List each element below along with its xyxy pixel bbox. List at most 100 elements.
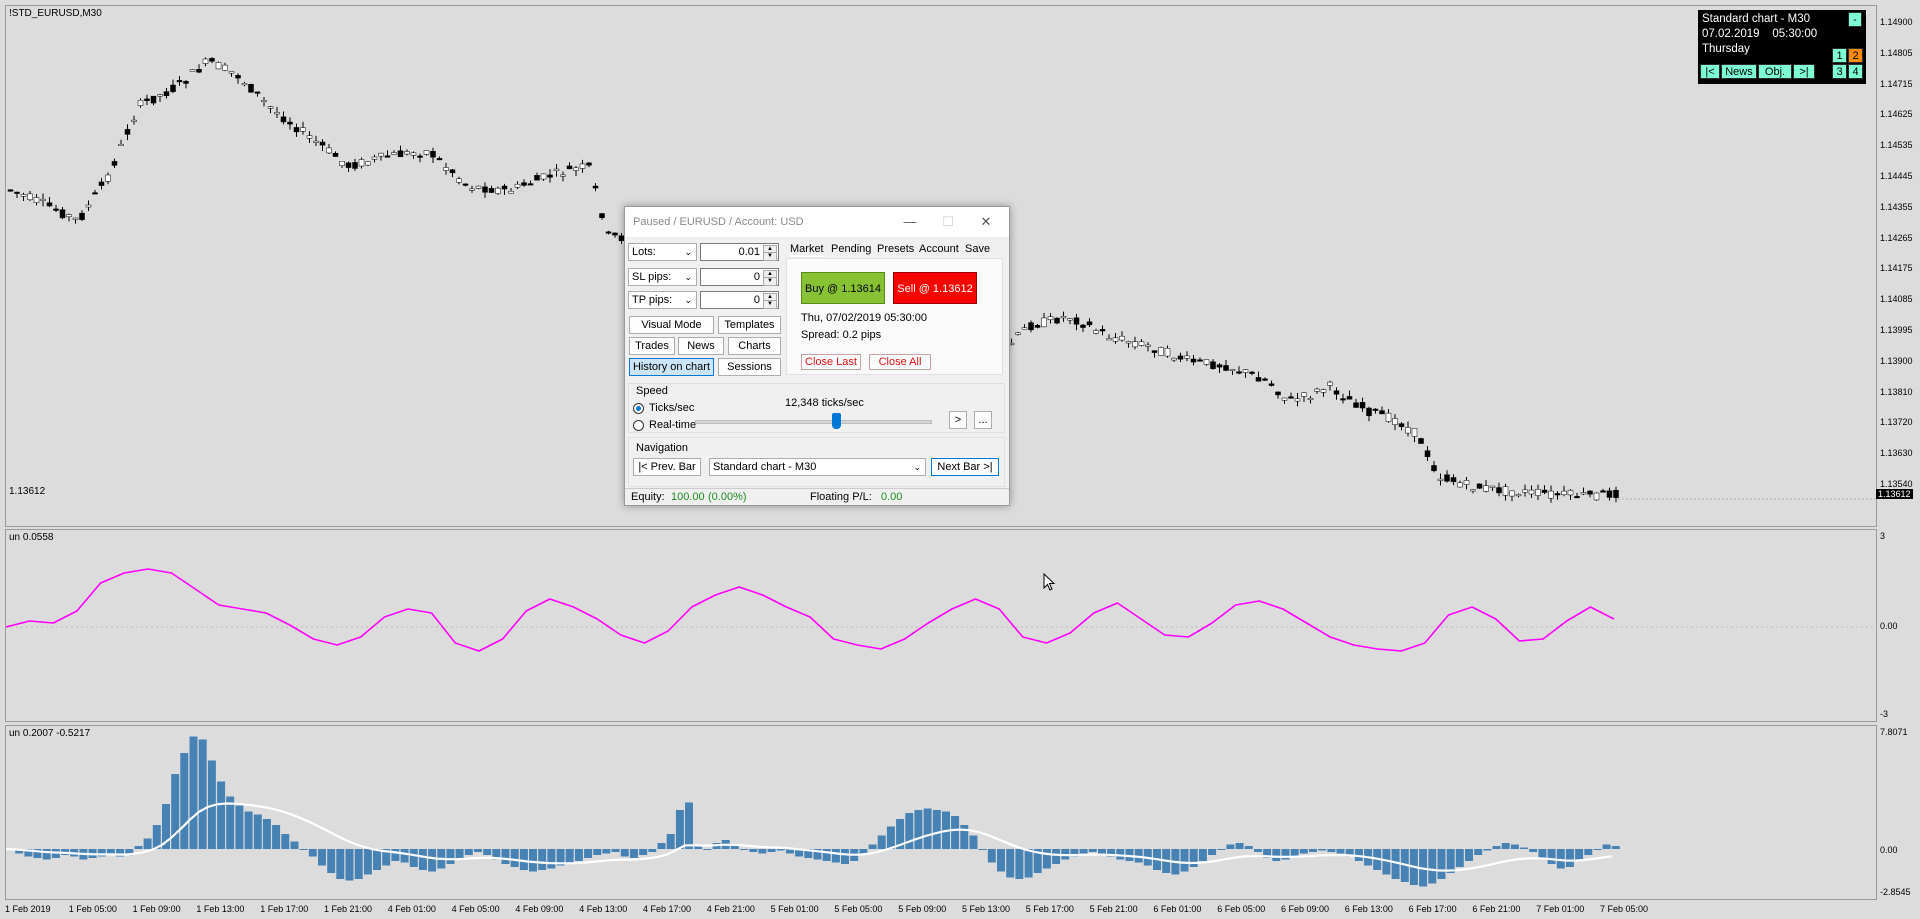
tab-account[interactable]: Account: [919, 243, 959, 255]
real-time-radio[interactable]: [633, 420, 644, 431]
osc1-axis-zero: 0.00: [1880, 621, 1898, 631]
bear-candle: [293, 127, 300, 133]
close-all-button[interactable]: Close All: [869, 354, 931, 370]
bear-candle: [1496, 487, 1502, 494]
time-axis-tick: 4 Feb 13:00: [579, 904, 628, 914]
tab-market[interactable]: Market: [790, 243, 824, 257]
speed-slider-track[interactable]: [695, 420, 932, 424]
bull-candle: [215, 62, 222, 70]
bull-candle: [371, 156, 378, 160]
info-first-bar-button[interactable]: |<: [1700, 64, 1720, 79]
oscillator-1-pane[interactable]: un 0.0558: [5, 529, 1877, 722]
next-bar-button[interactable]: Next Bar >|: [931, 458, 999, 476]
bull-candle: [1281, 397, 1288, 401]
bull-candle: [241, 83, 248, 86]
bull-candle: [1580, 492, 1587, 495]
osc2-bar: [299, 849, 308, 850]
trades-button[interactable]: Trades: [629, 337, 675, 355]
time-axis: 1 Feb 2019 1 Feb 05:00 1 Feb 09:00 1 Feb 13…: [0, 900, 1880, 919]
sl-pips-input[interactable]: 0 ▲ ▼: [700, 268, 779, 286]
trading-simulator-window[interactable]: Paused / EURUSD / Account: USD — ☐ ✕ Lot…: [624, 206, 1010, 506]
close-icon[interactable]: ✕: [971, 211, 1001, 233]
bear-candle: [1262, 378, 1268, 381]
info-slot-2-button[interactable]: 2: [1848, 48, 1863, 63]
bull-candle: [1411, 428, 1418, 437]
osc2-bar: [189, 736, 198, 849]
time-axis-tick: 1 Feb 09:00: [132, 904, 181, 914]
template-select[interactable]: Standard chart - M30 ⌄: [709, 458, 926, 476]
bull-candle: [222, 64, 228, 71]
bull-candle: [306, 135, 313, 139]
history-on-chart-button[interactable]: History on chart: [629, 358, 714, 376]
bear-candle: [417, 155, 423, 158]
sell-button[interactable]: Sell @ 1.13612: [893, 272, 977, 304]
bull-candle: [1470, 489, 1476, 492]
bear-candle: [1606, 490, 1613, 498]
time-axis-tick: 4 Feb 21:00: [706, 904, 755, 914]
price-axis-tick: 1.13540: [1880, 479, 1913, 489]
bear-candle: [1450, 477, 1457, 483]
play-button[interactable]: >: [949, 411, 967, 429]
osc2-bar: [235, 805, 244, 849]
tab-presets[interactable]: Presets: [877, 243, 914, 255]
tab-pending[interactable]: Pending: [831, 243, 871, 255]
oscillator-2-pane[interactable]: un 0.2007 -0.5217: [5, 725, 1877, 900]
osc2-bar: [1217, 849, 1226, 850]
visual-mode-button[interactable]: Visual Mode: [629, 316, 714, 334]
sessions-button[interactable]: Sessions: [718, 358, 781, 376]
lots-input[interactable]: 0.01 ▲ ▼: [700, 243, 779, 261]
tp-pips-input[interactable]: 0 ▲ ▼: [700, 291, 779, 309]
tab-save[interactable]: Save: [965, 243, 990, 255]
time-axis-tick: 4 Feb 05:00: [451, 904, 500, 914]
time-axis-tick: 5 Feb 13:00: [962, 904, 1011, 914]
bull-candle: [1385, 412, 1392, 422]
osc2-bar: [1006, 849, 1015, 878]
charts-button[interactable]: Charts: [728, 337, 781, 355]
time-axis-tick: 5 Feb 21:00: [1089, 904, 1138, 914]
info-news-button[interactable]: News: [1721, 64, 1757, 79]
osc2-bar: [1290, 849, 1299, 857]
bull-candle: [105, 174, 111, 182]
templates-button[interactable]: Templates: [718, 316, 781, 334]
bear-candle: [482, 186, 488, 193]
bear-candle: [488, 188, 495, 193]
info-minimize-button[interactable]: -: [1848, 12, 1862, 27]
lots-label-dropdown[interactable]: Lots: ⌄: [628, 243, 697, 261]
sl-pips-dropdown[interactable]: SL pips: ⌄: [628, 268, 697, 286]
osc2-bar: [1565, 849, 1574, 867]
bear-candle: [7, 189, 14, 192]
price-axis-tick: 1.13720: [1880, 417, 1913, 428]
bear-candle: [92, 192, 98, 195]
info-last-bar-button[interactable]: >|: [1793, 64, 1815, 79]
time-axis-tick: 6 Feb 01:00: [1153, 904, 1202, 914]
osc2-axis-zero: 0.00: [1880, 845, 1898, 855]
osc2-bar: [630, 849, 638, 858]
speed-slider-thumb[interactable]: [832, 413, 841, 429]
info-slot-1-button[interactable]: 1: [1832, 48, 1847, 63]
info-date: 07.02.2019 05:30:00: [1702, 28, 1818, 40]
osc2-bar: [1327, 849, 1336, 852]
osc2-bar: [1602, 844, 1611, 849]
buy-button[interactable]: Buy @ 1.13614: [801, 272, 885, 304]
bull-candle: [189, 69, 196, 72]
speed-more-button[interactable]: ...: [974, 411, 992, 429]
ticks-per-sec-radio[interactable]: [633, 403, 644, 414]
bull-candle: [1203, 359, 1210, 365]
window-titlebar[interactable]: Paused / EURUSD / Account: USD — ☐ ✕: [625, 207, 1009, 237]
tp-pips-dropdown[interactable]: TP pips: ⌄: [628, 291, 697, 309]
osc2-bar: [134, 846, 143, 849]
osc2-bar: [914, 810, 923, 849]
maximize-icon[interactable]: ☐: [933, 211, 963, 233]
info-objects-button[interactable]: Obj.: [1758, 64, 1792, 79]
news-button[interactable]: News: [678, 337, 724, 355]
info-slot-3-button[interactable]: 3: [1832, 64, 1847, 79]
bull-candle: [1463, 480, 1470, 485]
price-axis-tick: 1.13810: [1880, 386, 1913, 397]
prev-bar-button[interactable]: |< Prev. Bar: [633, 458, 701, 476]
close-last-button[interactable]: Close Last: [801, 354, 861, 370]
price-axis-tick: 1.14535: [1880, 140, 1913, 151]
osc2-bar: [1520, 847, 1529, 849]
osc2-bar: [363, 849, 372, 875]
info-slot-4-button[interactable]: 4: [1848, 64, 1863, 79]
minimize-icon[interactable]: —: [895, 211, 925, 233]
